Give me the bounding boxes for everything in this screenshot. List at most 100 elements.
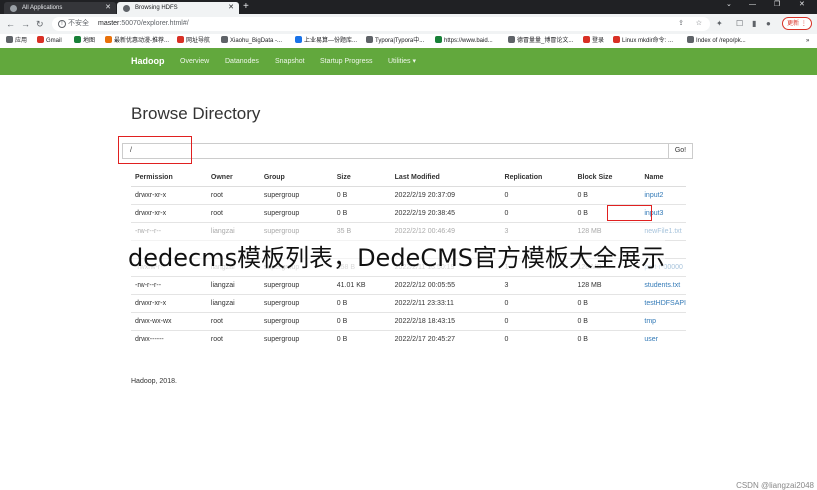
reload-icon[interactable]: ↻: [36, 18, 44, 30]
bookmarks-more[interactable]: »: [806, 36, 809, 46]
minimize-button[interactable]: —: [749, 0, 756, 10]
new-tab-button[interactable]: +: [243, 1, 249, 13]
nav-overview[interactable]: Overview: [180, 48, 209, 75]
table-cell: drwx------: [131, 330, 207, 348]
file-link[interactable]: tmp: [644, 318, 656, 325]
bookmark-linux[interactable]: Linux mkdir命令: ...: [613, 36, 673, 46]
table-cell: 0: [500, 330, 574, 348]
info-warning-icon[interactable]: !: [58, 20, 66, 28]
name-cell[interactable]: input2: [640, 186, 686, 205]
page-title: Browse Directory: [131, 104, 261, 123]
table-cell: supergroup: [259, 294, 333, 313]
share-icon[interactable]: ⇪: [678, 17, 684, 31]
nav-datanodes[interactable]: Datanodes: [225, 48, 259, 75]
tab-all-applications[interactable]: All Applications ✕: [4, 2, 116, 14]
name-cell[interactable]: tmp: [640, 312, 686, 331]
typora-icon: [366, 36, 373, 43]
col-size[interactable]: Size: [332, 169, 391, 187]
file-link[interactable]: students.txt: [644, 282, 680, 289]
address-toolbar: ← → ↻ ! 不安全 master:50070/explorer.html#/…: [0, 14, 817, 34]
table-cell: root: [206, 330, 260, 348]
table-cell: 2022/2/11 23:33:11: [390, 294, 501, 313]
table-cell: 2022/2/19 20:37:09: [390, 186, 501, 205]
bookmark-login[interactable]: 登录: [583, 36, 604, 46]
col-owner[interactable]: Owner: [206, 169, 260, 187]
nav-startup-progress[interactable]: Startup Progress: [320, 48, 373, 75]
extension-icon[interactable]: ✦: [716, 18, 723, 30]
update-label: 更新: [787, 21, 800, 27]
tab-browsing-hdfs[interactable]: Browsing HDFS ✕: [117, 2, 239, 14]
update-button[interactable]: 更新 ⋮: [782, 17, 812, 30]
directory-path-input[interactable]: /: [122, 143, 669, 159]
nav-snapshot[interactable]: Snapshot: [275, 48, 305, 75]
table-cell: 128 MB: [573, 276, 641, 295]
bookmark-anime[interactable]: 最新优惠动漫-推荐...: [105, 36, 169, 46]
tab-close-icon[interactable]: ✕: [228, 2, 234, 14]
file-link[interactable]: user: [644, 336, 658, 343]
security-label: 不安全: [68, 20, 89, 27]
tab-search-icon[interactable]: ⌄: [726, 0, 732, 10]
go-button[interactable]: Go!: [668, 143, 693, 159]
bookmark-thesis[interactable]: 德冒量量_博冒论文...: [508, 36, 573, 46]
table-cell: 3: [500, 276, 574, 295]
globe-icon: [10, 5, 17, 12]
site-icon: [583, 36, 590, 43]
bookmark-label: 最新优惠动漫-推荐...: [114, 38, 169, 44]
bookmarks-bar: 应用 Gmail 地图 最新优惠动漫-推荐... 网址导航 Xiaohu_Big…: [0, 34, 817, 49]
tab-close-icon[interactable]: ✕: [105, 2, 111, 14]
col-permission[interactable]: Permission: [131, 169, 207, 187]
col-replication[interactable]: Replication: [500, 169, 574, 187]
bookmark-typora[interactable]: Typora|Typora中...: [366, 36, 424, 46]
site-icon: [295, 36, 302, 43]
name-cell[interactable]: user: [640, 330, 686, 348]
globe-icon: [508, 36, 515, 43]
nav-utilities-dropdown[interactable]: Utilities ▾: [388, 48, 416, 75]
name-cell[interactable]: testHDFSAPI: [640, 294, 686, 313]
bookmark-quiz[interactable]: 上业易算—份题库...: [295, 36, 357, 46]
back-arrow-icon[interactable]: ←: [6, 18, 15, 30]
sidebar-icon[interactable]: ▮: [752, 18, 756, 30]
url-text[interactable]: master:50070/explorer.html#/: [98, 17, 189, 31]
bookmark-maps[interactable]: 地图: [74, 36, 95, 46]
globe-icon: [435, 36, 442, 43]
site-icon: [613, 36, 620, 43]
table-cell: drwx-wx-wx: [131, 312, 207, 331]
bookmark-gmail[interactable]: Gmail: [37, 36, 62, 46]
table-cell: 0 B: [332, 294, 391, 313]
highlight-box-path: [118, 136, 192, 164]
close-window-button[interactable]: ✕: [799, 0, 805, 10]
puzzle-icon[interactable]: ☐: [736, 18, 743, 30]
table-cell: 0 B: [573, 186, 641, 205]
file-link[interactable]: input2: [644, 192, 663, 199]
maximize-button[interactable]: ❐: [774, 0, 780, 10]
video-icon: [105, 36, 112, 43]
bookmark-repo[interactable]: Index of /repo/pk...: [687, 36, 746, 46]
table-cell: 2022/2/18 18:43:15: [390, 312, 501, 331]
file-link[interactable]: newFile1.txt: [644, 228, 681, 235]
bookmark-label: 德冒量量_博冒论文...: [517, 38, 574, 44]
table-row: drwxr-xr-x root supergroup 0 B 2022/2/19 20:…: [131, 186, 686, 205]
col-block-size[interactable]: Block Size: [573, 169, 641, 187]
bookmark-xiaohu[interactable]: Xiaohu_BigData -...: [221, 36, 282, 46]
url-bar[interactable]: ! 不安全 master:50070/explorer.html#/ ⇪ ☆: [52, 17, 710, 31]
file-link[interactable]: testHDFSAPI: [644, 300, 686, 307]
col-last-modified[interactable]: Last Modified: [390, 169, 501, 187]
tab-label: Browsing HDFS: [135, 5, 178, 11]
table-cell: 0 B: [332, 330, 391, 348]
table-cell: 2022/2/19 20:38:45: [390, 204, 501, 223]
table-cell: 0 B: [332, 312, 391, 331]
bookmark-baidu[interactable]: https://www.baid...: [435, 36, 493, 46]
col-group[interactable]: Group: [259, 169, 333, 187]
table-row: -rw-r--r-- liangzai supergroup 41.01 KB 2022…: [131, 276, 686, 295]
bookmark-apps[interactable]: 应用: [6, 36, 27, 46]
name-cell[interactable]: students.txt: [640, 276, 686, 295]
bookmark-nav[interactable]: 网址导航: [177, 36, 210, 46]
bookmark-label: Linux mkdir命令: ...: [622, 38, 674, 44]
col-name[interactable]: Name: [640, 169, 686, 187]
bookmark-label: 上业易算—份题库...: [304, 38, 358, 44]
hadoop-brand[interactable]: Hadoop: [131, 48, 165, 75]
bookmark-star-icon[interactable]: ☆: [696, 17, 702, 31]
table-cell: root: [206, 186, 260, 205]
forward-arrow-icon[interactable]: →: [21, 18, 30, 30]
profile-icon[interactable]: ●: [766, 18, 771, 30]
